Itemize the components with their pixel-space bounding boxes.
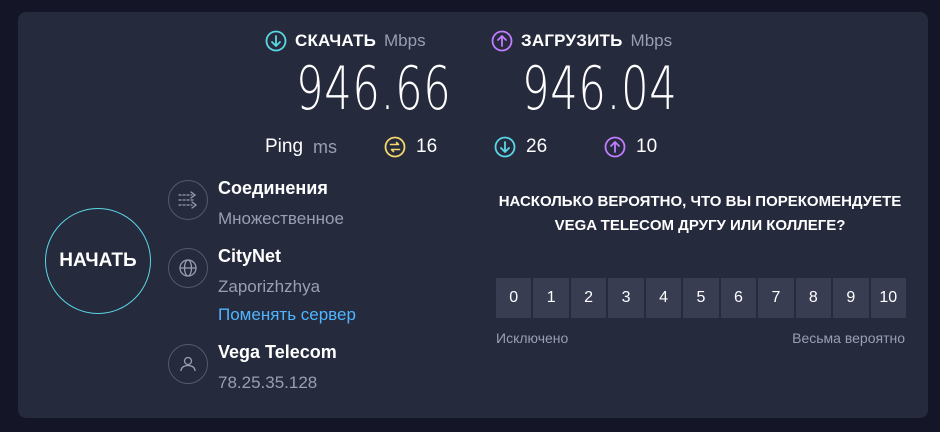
provider-ip: 78.25.35.128: [218, 373, 318, 392]
rating-option-7[interactable]: 7: [758, 278, 794, 318]
connections-title: Соединения: [218, 178, 328, 198]
ping-upload: 10: [604, 136, 657, 158]
rating-option-6[interactable]: 6: [720, 278, 757, 318]
globe-icon: [168, 248, 208, 288]
ping-idle-value: 16: [416, 136, 438, 157]
rating-scale: 0 1 2 3 4 5 6 7 8 9 10: [496, 278, 906, 318]
rating-option-5[interactable]: 5: [683, 278, 719, 318]
arrow-up-circle-icon: [491, 30, 513, 52]
download-label: СКАЧАТЬ: [295, 31, 377, 50]
rating-option-8[interactable]: 8: [795, 278, 832, 318]
ping-label: Ping: [265, 136, 304, 157]
rating-option-4[interactable]: 4: [645, 278, 682, 318]
survey-question: НАСКОЛЬКО ВЕРОЯТНО, ЧТО ВЫ ПОРЕКОМЕНДУЕТ…: [498, 193, 902, 234]
upload-label: ЗАГРУЗИТЬ: [521, 31, 623, 50]
rating-option-9[interactable]: 9: [833, 278, 869, 318]
arrow-down-circle-icon: [265, 30, 287, 52]
rating-option-3[interactable]: 3: [608, 278, 644, 318]
user-icon: [168, 344, 208, 384]
arrow-up-circle-icon: [604, 136, 626, 158]
server-name: CityNet: [218, 246, 282, 266]
download-unit: Mbps: [384, 31, 426, 50]
rating-option-10[interactable]: 10: [870, 278, 906, 318]
download-value: 946.66: [296, 54, 452, 124]
arrow-down-circle-icon: [494, 136, 516, 158]
ping-download: 26: [494, 136, 547, 158]
ping-upload-value: 10: [636, 136, 658, 157]
idle-ping-icon: [384, 136, 406, 158]
upload-header: ЗАГРУЗИТЬ Mbps: [491, 30, 672, 52]
server-location: Zaporizhzhya: [218, 277, 321, 296]
rating-option-2[interactable]: 2: [570, 278, 607, 318]
download-header: СКАЧАТЬ Mbps: [265, 30, 426, 52]
rating-option-1[interactable]: 1: [533, 278, 569, 318]
rating-option-0[interactable]: 0: [496, 278, 532, 318]
provider-name: Vega Telecom: [218, 342, 337, 362]
upload-value: 946.04: [522, 54, 678, 124]
ping-label-group: Ping ms: [265, 136, 337, 158]
ping-idle: 16: [384, 136, 437, 158]
ping-unit: ms: [313, 136, 338, 157]
connections-icon[interactable]: [168, 180, 208, 220]
ping-download-value: 26: [526, 136, 548, 157]
start-button[interactable]: НАЧАТЬ: [45, 208, 151, 314]
upload-unit: Mbps: [630, 31, 673, 50]
scale-high-label: Весьма вероятно: [792, 330, 905, 346]
connections-value: Множественное: [218, 209, 344, 228]
change-server-link[interactable]: Поменять сервер: [218, 305, 356, 325]
scale-low-label: Исключено: [496, 330, 569, 346]
